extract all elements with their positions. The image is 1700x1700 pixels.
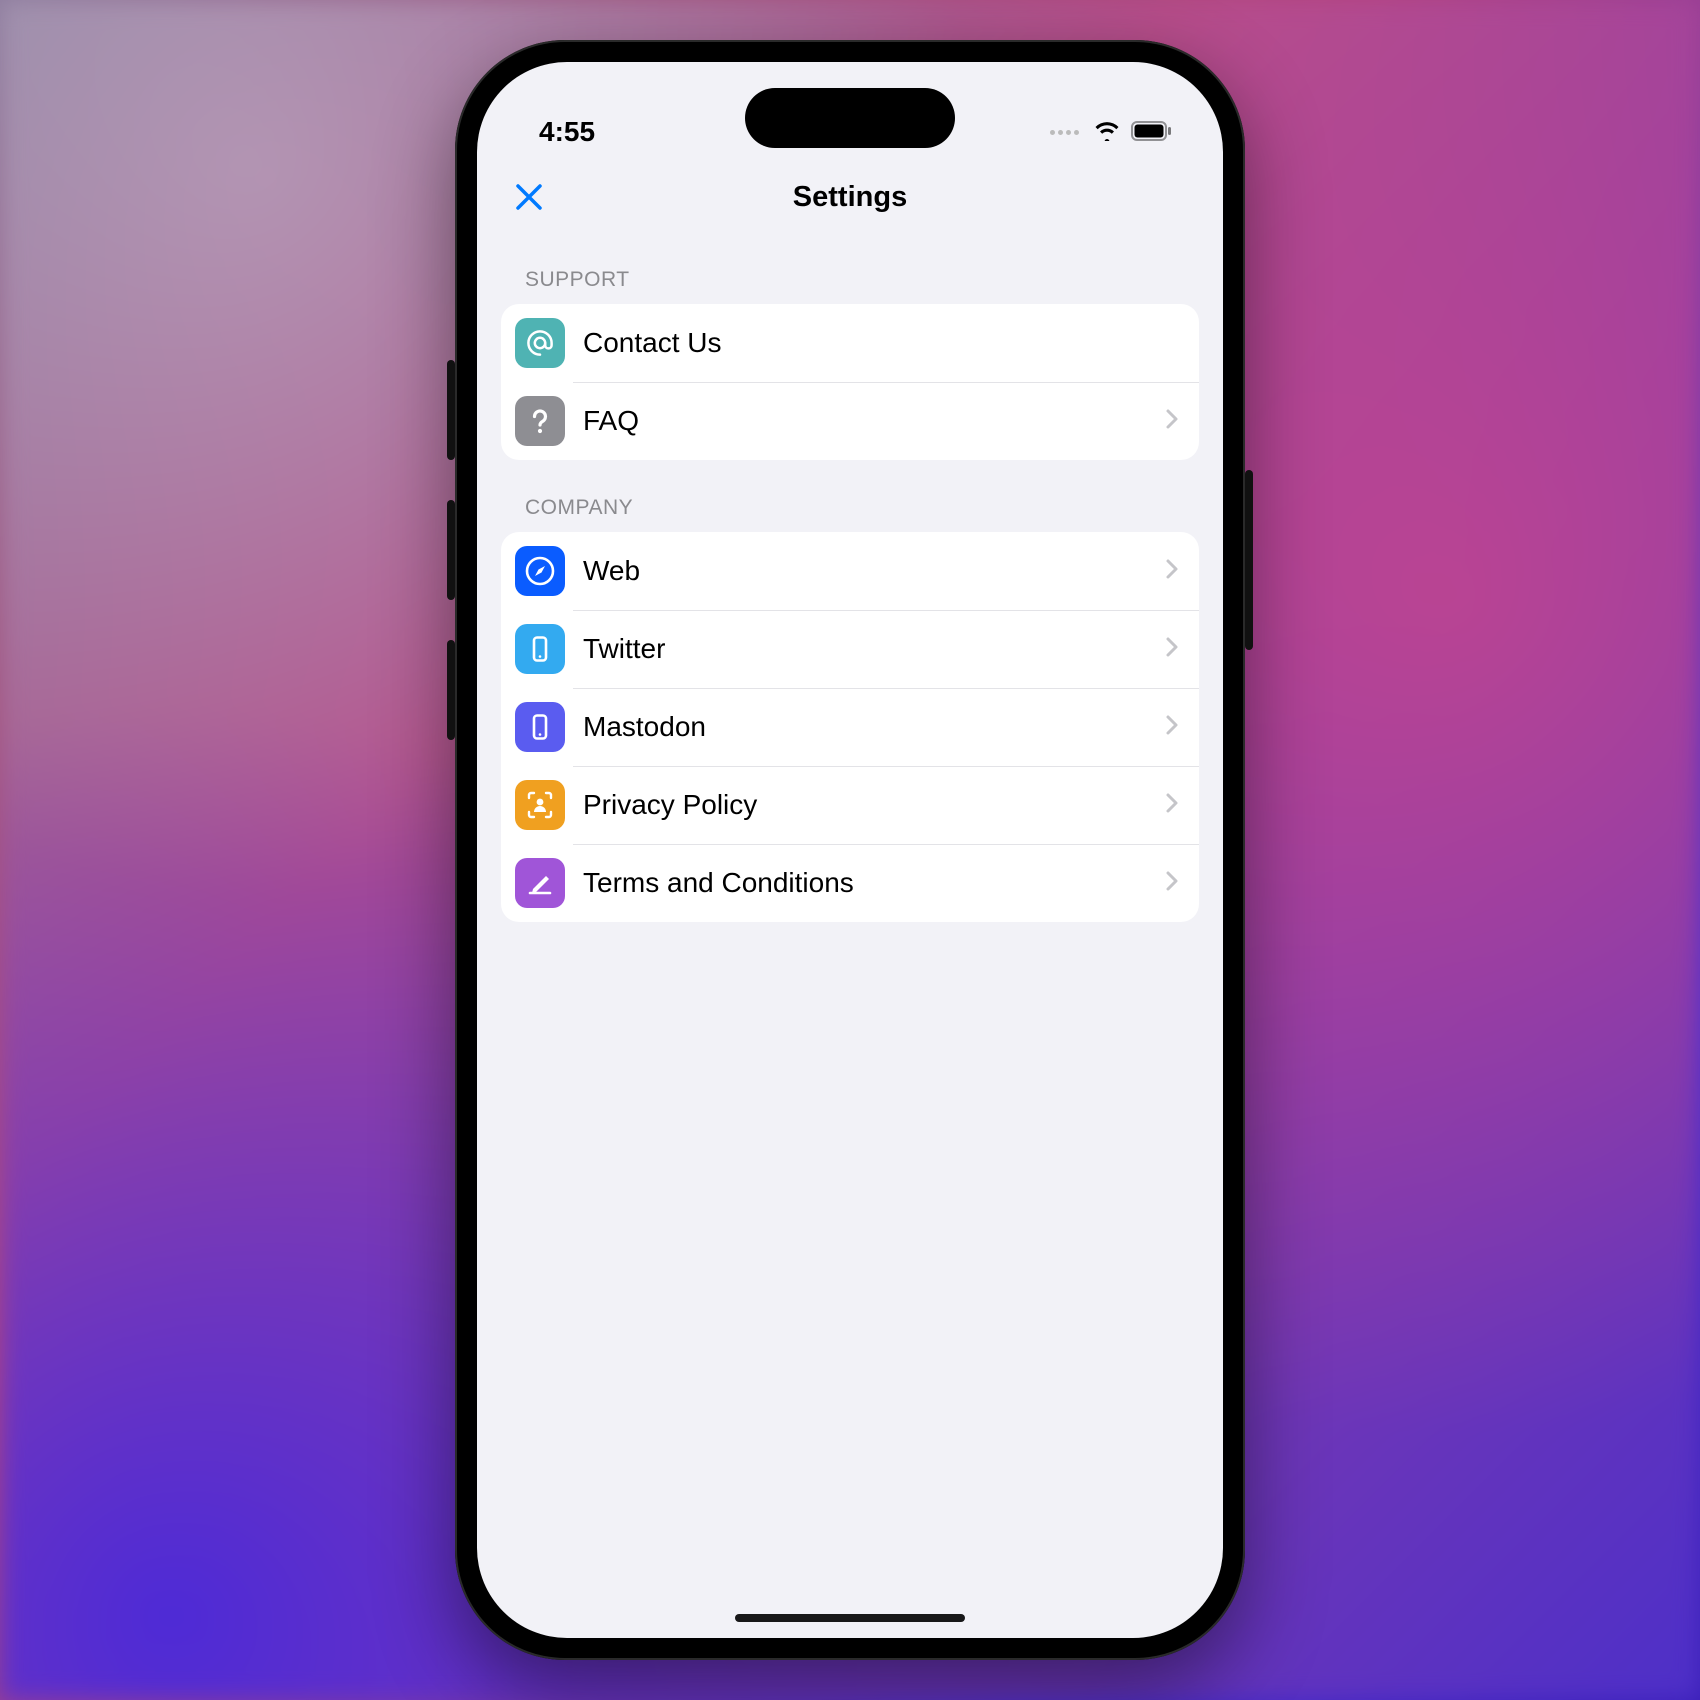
- row-label: Privacy Policy: [583, 789, 1165, 821]
- row-label: Web: [583, 555, 1165, 587]
- at-icon: [515, 318, 565, 368]
- chevron-right-icon: [1165, 792, 1179, 819]
- status-right: [1050, 116, 1173, 148]
- question-icon: [515, 396, 565, 446]
- row-faq[interactable]: FAQ: [501, 382, 1199, 460]
- phone-frame: 4:55 Settings SUPPORT: [455, 40, 1245, 1660]
- chevron-right-icon: [1165, 636, 1179, 663]
- pencil-icon: [515, 858, 565, 908]
- battery-icon: [1131, 116, 1173, 148]
- nav-bar: Settings: [477, 162, 1223, 232]
- close-icon: [514, 182, 544, 212]
- status-time: 4:55: [539, 116, 595, 148]
- row-mastodon[interactable]: Mastodon: [501, 688, 1199, 766]
- row-label: FAQ: [583, 405, 1165, 437]
- row-web[interactable]: Web: [501, 532, 1199, 610]
- settings-content: SUPPORT Contact Us FAQ COMPANY: [477, 232, 1223, 922]
- close-button[interactable]: [507, 175, 551, 219]
- compass-icon: [515, 546, 565, 596]
- chevron-right-icon: [1165, 408, 1179, 435]
- row-contact-us[interactable]: Contact Us: [501, 304, 1199, 382]
- row-label: Terms and Conditions: [583, 867, 1165, 899]
- chevron-right-icon: [1165, 870, 1179, 897]
- phone-icon: [515, 702, 565, 752]
- group-support: Contact Us FAQ: [501, 304, 1199, 460]
- section-header-support: SUPPORT: [501, 232, 1199, 304]
- person-frame-icon: [515, 780, 565, 830]
- section-header-company: COMPANY: [501, 460, 1199, 532]
- chevron-right-icon: [1165, 714, 1179, 741]
- page-title: Settings: [793, 181, 907, 214]
- row-label: Mastodon: [583, 711, 1165, 743]
- row-label: Twitter: [583, 633, 1165, 665]
- row-privacy-policy[interactable]: Privacy Policy: [501, 766, 1199, 844]
- row-label: Contact Us: [583, 327, 1179, 359]
- phone-icon: [515, 624, 565, 674]
- screen: 4:55 Settings SUPPORT: [477, 62, 1223, 1638]
- home-indicator[interactable]: [735, 1614, 965, 1622]
- wifi-icon: [1093, 116, 1121, 148]
- row-terms-and-conditions[interactable]: Terms and Conditions: [501, 844, 1199, 922]
- chevron-right-icon: [1165, 558, 1179, 585]
- group-company: Web Twitter Mastodon: [501, 532, 1199, 922]
- dynamic-island: [745, 88, 955, 148]
- cellular-dots-icon: [1050, 130, 1079, 135]
- row-twitter[interactable]: Twitter: [501, 610, 1199, 688]
